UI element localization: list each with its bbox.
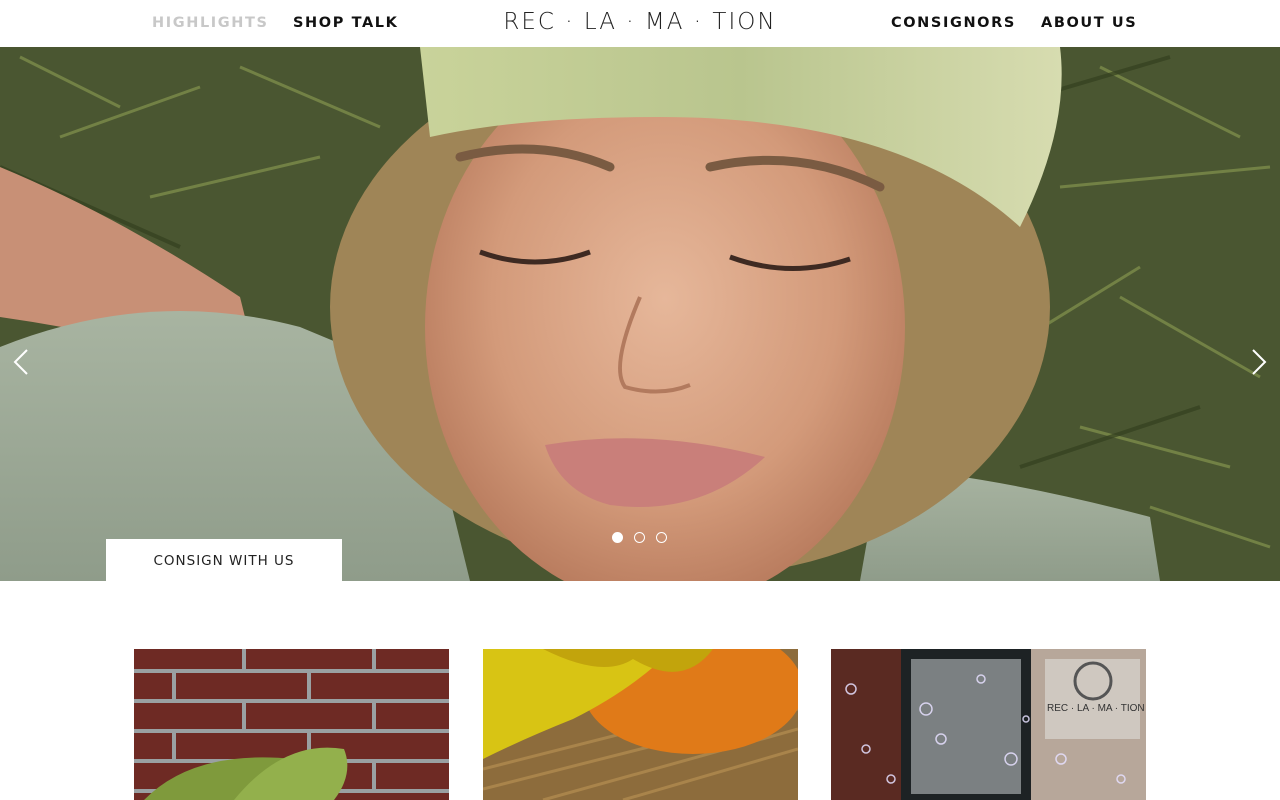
brand-logo[interactable]: REC · LA · MA · TION <box>440 9 840 35</box>
storefront-bubbles-image: REC · LA · MA · TION <box>831 649 1146 800</box>
slider-dot-1[interactable] <box>612 532 623 543</box>
slider-dot-3[interactable] <box>656 532 667 543</box>
hero-image <box>0 47 1280 581</box>
site-header: HIGHLIGHTS SHOP TALK REC · LA · MA · TIO… <box>0 0 1280 47</box>
card-sunflower-orange[interactable] <box>483 649 798 800</box>
nav-consignors[interactable]: CONSIGNORS <box>891 15 1016 31</box>
chevron-left-icon[interactable] <box>10 347 34 377</box>
consign-with-us-button[interactable]: CONSIGN WITH US <box>106 539 342 581</box>
card-brick-wall-plant[interactable] <box>134 649 449 800</box>
slider-dot-2[interactable] <box>634 532 645 543</box>
hero-slider: CONSIGN WITH US <box>0 47 1280 581</box>
sunflower-orange-image <box>483 649 798 800</box>
store-sign-text: REC · LA · MA · TION <box>1047 703 1145 714</box>
nav-shop-talk[interactable]: SHOP TALK <box>293 15 398 31</box>
chevron-right-icon[interactable] <box>1246 347 1270 377</box>
brick-wall-plant-image <box>134 649 449 800</box>
nav-highlights[interactable]: HIGHLIGHTS <box>152 15 269 31</box>
card-storefront-bubbles[interactable]: REC · LA · MA · TION <box>831 649 1146 800</box>
nav-about-us[interactable]: ABOUT US <box>1041 15 1137 31</box>
